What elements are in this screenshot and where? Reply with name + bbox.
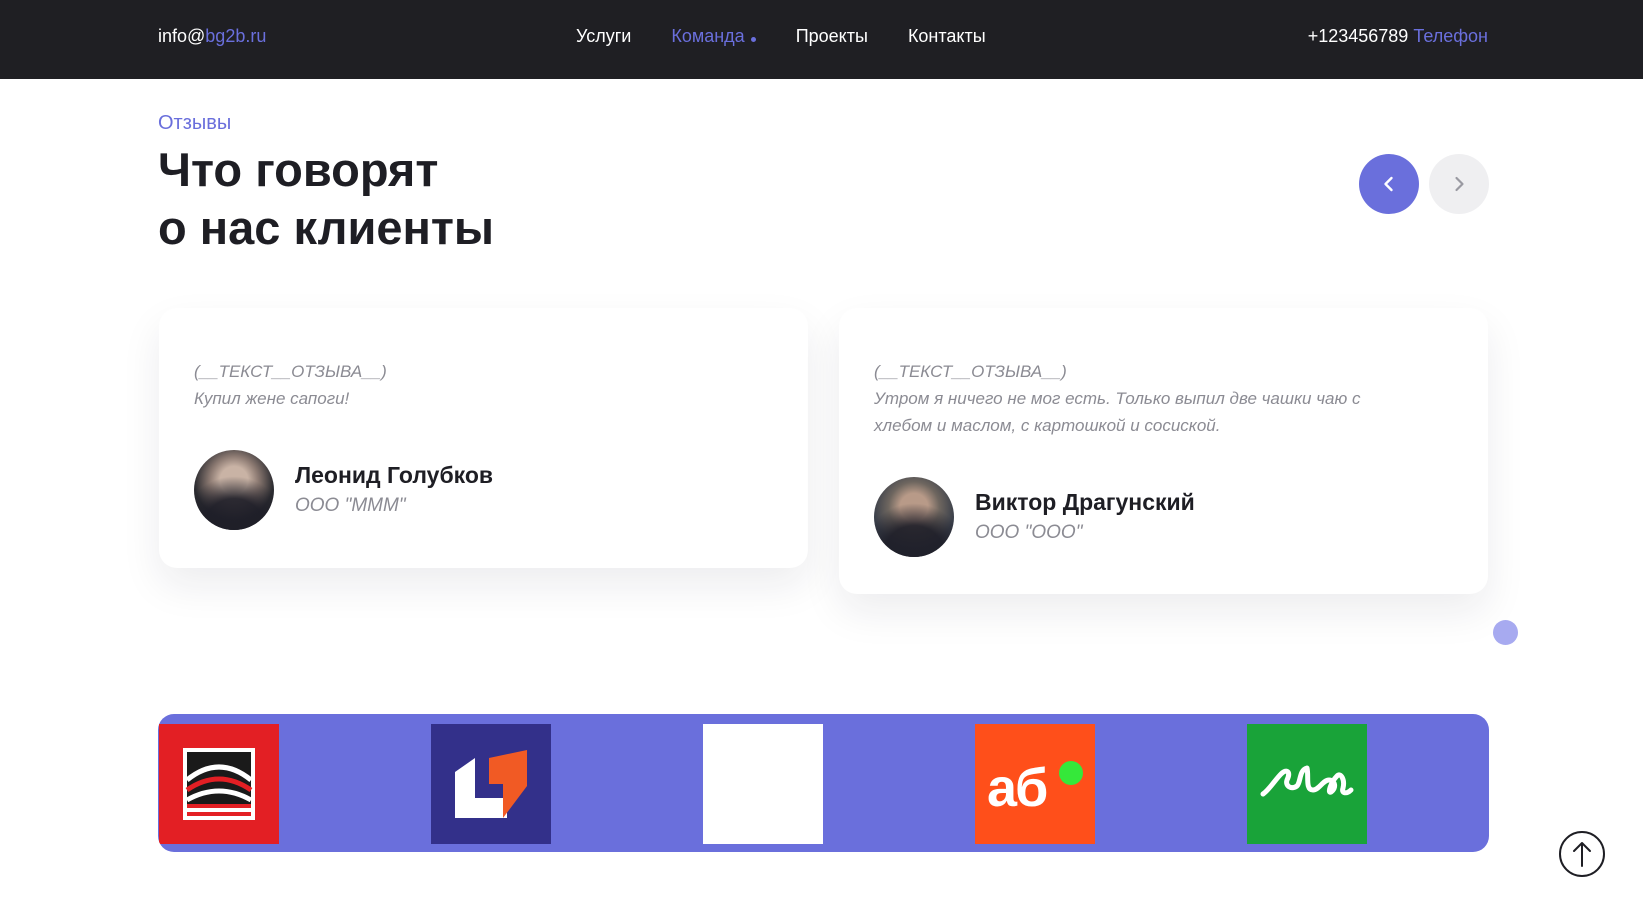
nav-item-projects[interactable]: Проекты [796, 26, 868, 47]
author-company: ООО "ООО" [975, 522, 1083, 543]
phone-label: Телефон [1413, 26, 1488, 46]
scroll-to-top-button[interactable] [1559, 831, 1605, 877]
nav-item-contacts[interactable]: Контакты [908, 26, 986, 47]
logo-wordmark: аб [987, 758, 1048, 818]
email-link[interactable]: info@bg2b.ru [158, 26, 266, 47]
author-name: Виктор Драгунский [975, 489, 1195, 515]
review-text: (__ТЕКСТ__ОТЗЫВА__) Утром я ничего не мо… [874, 358, 1414, 439]
review-body: Купил жене сапоги! [194, 389, 350, 408]
arrow-up-icon [1573, 842, 1591, 867]
email-user: info@ [158, 26, 206, 46]
review-text: (__ТЕКСТ__ОТЗЫВА__) Купил жене сапоги! [194, 358, 734, 412]
client-logo-blank [703, 724, 823, 844]
author-info: Леонид Голубков ООО "МММ" [295, 460, 493, 520]
shape-logo-icon [455, 750, 527, 818]
phone-link[interactable]: +123456789 Телефон [1308, 26, 1488, 47]
site-header: info@bg2b.ru Услуги Команда Проекты Конт… [0, 0, 1643, 79]
chevron-left-icon [1384, 176, 1393, 192]
logo-dot [1059, 761, 1083, 785]
review-author: Леонид Голубков ООО "МММ" [194, 450, 493, 530]
review-author: Виктор Драгунский ООО "ООО" [874, 477, 1195, 557]
review-body: Утром я ничего не мог есть. Только выпил… [874, 389, 1361, 435]
chevron-right-icon [1455, 176, 1464, 192]
section-title-line-1: Что говорят [158, 143, 439, 196]
main-nav: Услуги Команда Проекты Контакты [576, 26, 1026, 47]
section-eyebrow: Отзывы [158, 112, 232, 134]
review-placeholder: (__ТЕКСТ__ОТЗЫВА__) [874, 362, 1067, 381]
review-card: (__ТЕКСТ__ОТЗЫВА__) Купил жене сапоги! Л… [159, 308, 808, 568]
slider-pagination-dot[interactable] [1493, 620, 1518, 645]
script-logo-icon [1260, 765, 1354, 797]
client-logo-green [1247, 724, 1367, 844]
active-indicator-dot [750, 37, 756, 42]
author-company: ООО "МММ" [295, 495, 406, 516]
nav-item-team-label: Команда [671, 26, 745, 46]
nav-item-services[interactable]: Услуги [576, 26, 631, 47]
client-logos-strip: аб [158, 714, 1489, 852]
avatar [874, 477, 954, 557]
review-card: (__ТЕКСТ__ОТЗЫВА__) Утром я ничего не мо… [839, 308, 1488, 594]
client-logo-orange: аб [975, 724, 1095, 844]
client-logo-navy [431, 724, 551, 844]
nav-item-team[interactable]: Команда [671, 26, 756, 47]
phone-number: +123456789 [1307, 26, 1409, 46]
client-logo-red [159, 724, 279, 844]
section-title: Что говорят о нас клиенты [158, 141, 678, 257]
slider-prev-button[interactable] [1359, 154, 1419, 214]
author-name: Леонид Голубков [295, 462, 494, 488]
stadium-logo-icon [183, 748, 255, 820]
email-domain: bg2b.ru [205, 26, 267, 46]
review-placeholder: (__ТЕКСТ__ОТЗЫВА__) [194, 362, 387, 381]
author-info: Виктор Драгунский ООО "ООО" [975, 487, 1195, 547]
section-title-line-2: о нас клиенты [158, 201, 495, 254]
avatar [194, 450, 274, 530]
slider-next-button[interactable] [1429, 154, 1489, 214]
